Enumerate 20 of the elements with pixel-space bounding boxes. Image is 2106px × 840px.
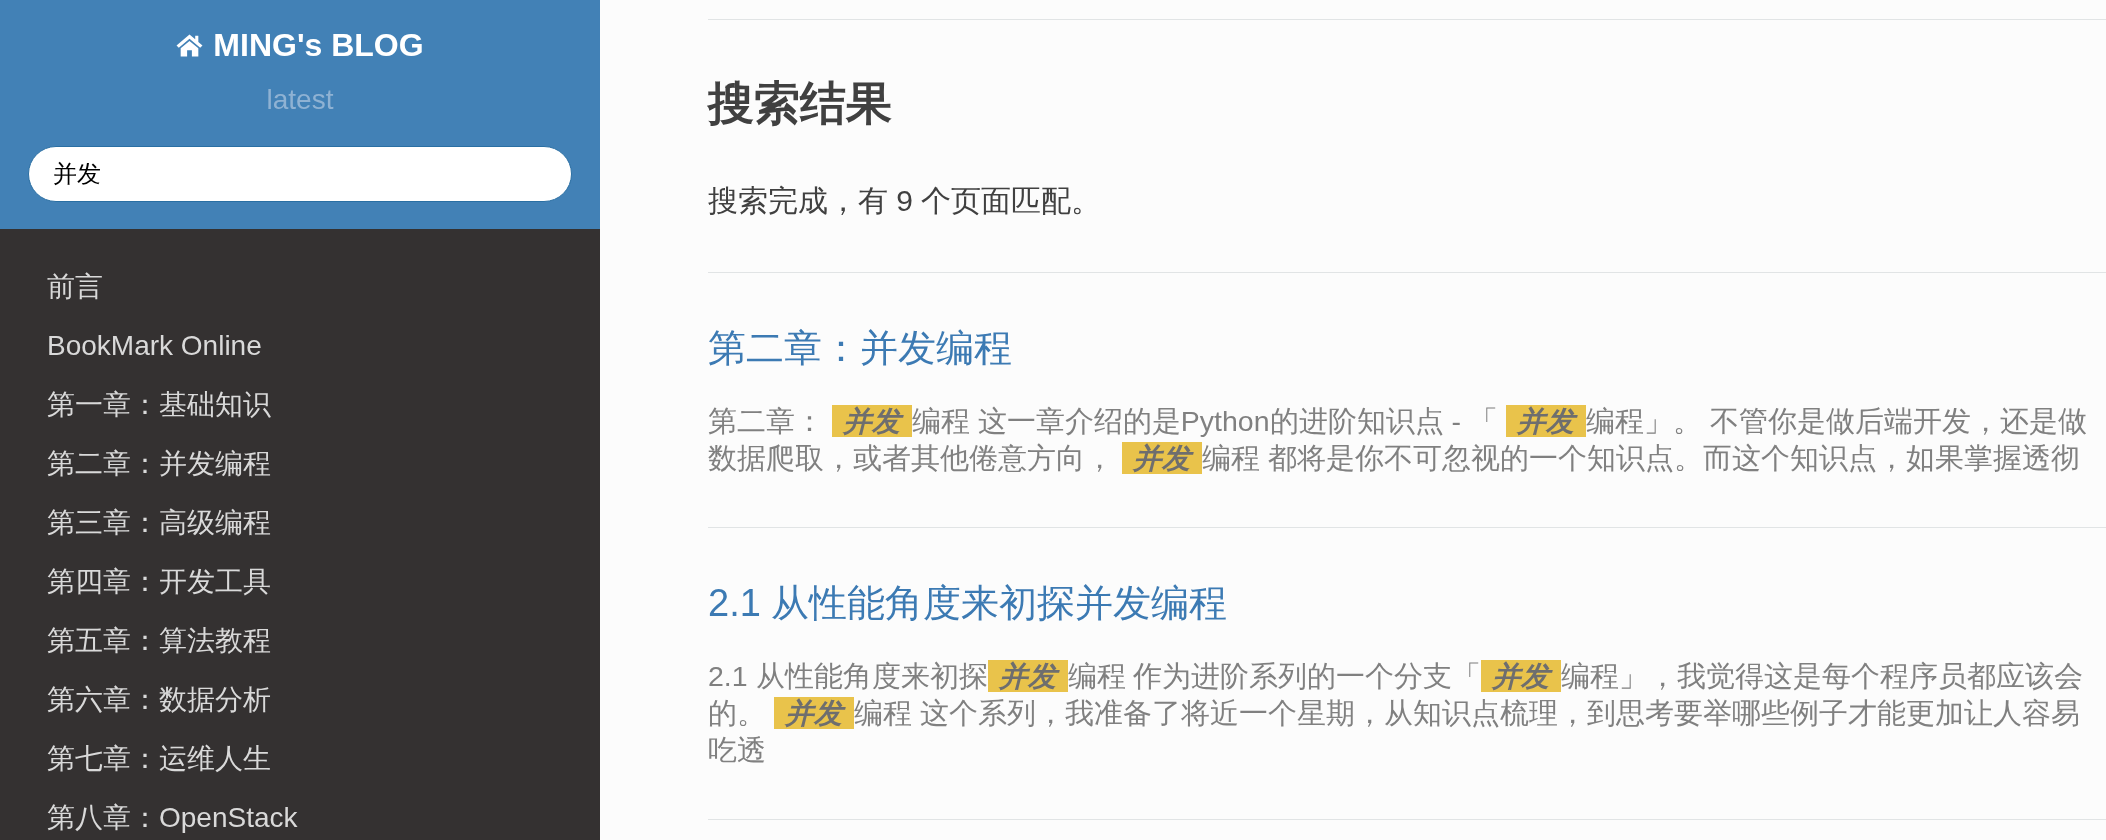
result-title-link[interactable]: 第二章：并发编程 xyxy=(708,325,1012,371)
nav-link[interactable]: 第一章：基础知识 xyxy=(47,389,271,421)
nav-link[interactable]: 第八章：OpenStack xyxy=(47,802,298,834)
version-label: latest xyxy=(266,83,334,117)
nav-link[interactable]: 第六章：数据分析 xyxy=(47,684,271,716)
result-snippet: 2.1 从性能角度来初探 并发 编程 作为进阶系列的一个分支「 并发 编程」，我觉得这是每个程序员都应该会的。 并发 编程 这个系列，我准备了将近一个星期，从知识点梳理，到思考要举哪些例子才能更加让人容易吃透 xyxy=(708,659,2085,768)
page-heading: 搜索结果 xyxy=(708,76,892,131)
home-icon xyxy=(176,33,204,57)
nav-link[interactable]: 第四章：开发工具 xyxy=(47,566,271,598)
search-summary: 搜索完成，有 9 个页面匹配。 xyxy=(708,183,1102,219)
nav-link[interactable]: 第二章：并发编程 xyxy=(47,448,271,480)
nav-link[interactable]: 第七章：运维人生 xyxy=(47,743,271,775)
home-link[interactable]: MING's BLOG xyxy=(176,25,424,65)
nav-link[interactable]: 第五章：算法教程 xyxy=(47,625,271,657)
nav-link[interactable]: 第三章：高级编程 xyxy=(47,507,271,539)
search-field[interactable]: 并发 xyxy=(28,146,572,202)
result-title-link[interactable]: 2.1 从性能角度来初探并发编程 xyxy=(708,580,1228,626)
result-snippet: 第二章： 并发 编程 这一章介绍的是Python的进阶知识点 - 「 并发 编程」。 不管你是做后端开发，还是做数据爬取，或者其他倦意方向， 并发 编程 都将是你不可忽视的一个知识点。而这个知识点，如果掌握透彻 xyxy=(708,404,2088,476)
nav-link[interactable]: BookMark Online xyxy=(47,330,262,362)
nav-link[interactable]: 前言 xyxy=(47,271,103,303)
